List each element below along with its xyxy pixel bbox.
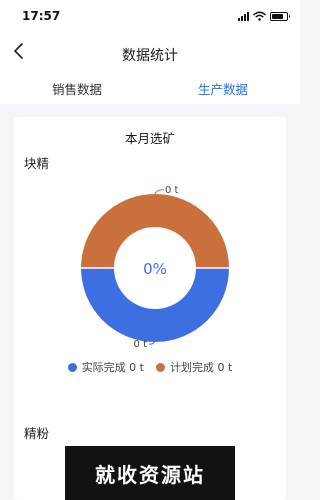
wifi-icon	[253, 11, 266, 21]
fine-powder-label: 精粉	[24, 426, 50, 441]
legend-item-actual: 实际完成 0 t	[67, 359, 144, 375]
tab-sales-data[interactable]: 销售数据	[52, 79, 102, 98]
tab-bar: 销售数据 生产数据	[0, 70, 300, 104]
chart-center-label: 0%	[143, 260, 167, 278]
legend-item-plan: 计划完成 0 t	[156, 359, 232, 375]
donut-chart: 0% 0 t 0 t	[81, 185, 229, 350]
chart-legend: 实际完成 0 t 计划完成 0 t	[14, 359, 286, 375]
block-concentrate-label: 块精	[24, 156, 50, 171]
card-title: 本月选矿	[124, 131, 175, 146]
status-icons	[238, 11, 290, 21]
tab-production-data[interactable]: 生产数据	[198, 79, 248, 98]
plan-slice-data-label: 0 t	[165, 185, 179, 196]
monthly-beneficiation-card: 本月选矿 块精 0% 0 t 0 t 实际完成 0 t 计划完成 0 t 精粉	[14, 117, 286, 500]
watermark: 就收资源站	[65, 446, 235, 500]
legend-dot-plan	[156, 362, 165, 372]
actual-slice-data-label: 0 t	[134, 339, 148, 350]
chart-slice-actual	[81, 268, 229, 342]
legend-label-actual: 实际完成 0 t	[81, 361, 144, 374]
signal-icon	[238, 11, 249, 21]
chart-slice-plan	[81, 194, 229, 268]
legend-dot-actual	[67, 362, 77, 372]
status-time: 17:57	[22, 9, 61, 23]
plan-label-leader	[154, 189, 165, 195]
status-bar: 17:57	[0, 0, 300, 34]
nav-bar: 数据统计	[0, 34, 300, 70]
battery-icon	[270, 11, 290, 21]
legend-label-plan: 计划完成 0 t	[170, 361, 233, 374]
page-title: 数据统计	[122, 48, 178, 64]
